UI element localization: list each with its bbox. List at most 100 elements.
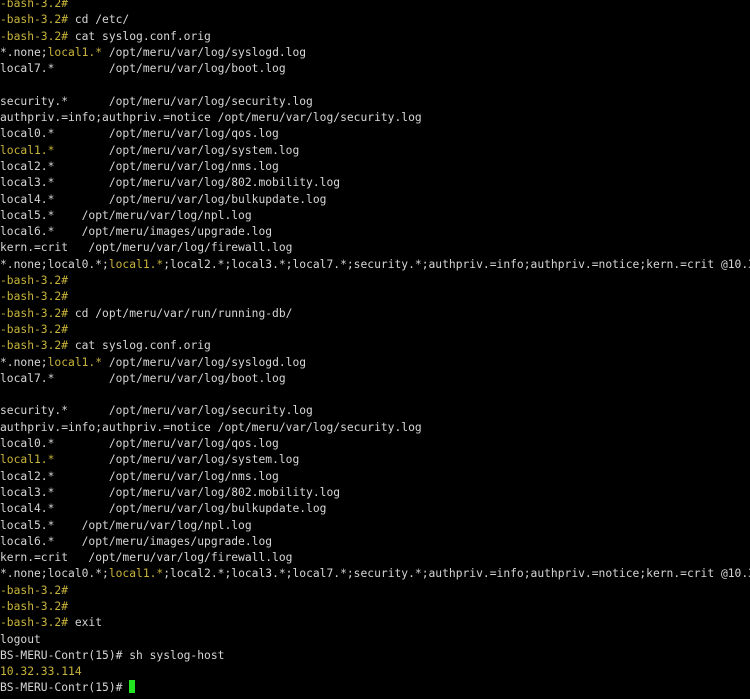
terminal-text: kern.=crit /opt/meru/var/log/firewall.lo… — [0, 241, 293, 255]
terminal-line: -bash-3.2# cd /opt/meru/var/run/running-… — [0, 306, 750, 322]
terminal-line: local2.* /opt/meru/var/log/nms.log — [0, 159, 750, 175]
terminal-text: *.none;local0.*; — [0, 257, 109, 271]
terminal-text: local3.* /opt/meru/var/log/802.mobility.… — [0, 485, 341, 499]
terminal-line: logout — [0, 632, 750, 648]
terminal-text: authpriv.=info;authpriv.=notice /opt/mer… — [0, 420, 422, 434]
shell-prompt: -bash-3.2# — [0, 599, 69, 613]
terminal-text: BS-MERU-Contr(15)# sh syslog-host — [0, 648, 225, 662]
shell-prompt: -bash-3.2# — [0, 13, 69, 27]
terminal-text: local4.* /opt/meru/var/log/bulkupdate.lo… — [0, 192, 327, 206]
terminal-text: local6.* /opt/meru/images/upgrade.log — [0, 534, 273, 548]
terminal-text: local7.* /opt/meru/var/log/boot.log — [0, 371, 286, 385]
terminal-text: /opt/meru/var/log/system.log — [54, 143, 300, 157]
terminal-line: local2.* /opt/meru/var/log/nms.log — [0, 469, 750, 485]
terminal-line: -bash-3.2# cat syslog.conf.orig — [0, 29, 750, 45]
terminal-line: local3.* /opt/meru/var/log/802.mobility.… — [0, 485, 750, 501]
terminal-line: authpriv.=info;authpriv.=notice /opt/mer… — [0, 420, 750, 436]
terminal-line: authpriv.=info;authpriv.=notice /opt/mer… — [0, 110, 750, 126]
terminal-output[interactable]: -bash-3.2# -bash-3.2# cd /etc/-bash-3.2# … — [0, 0, 750, 699]
terminal-line: security.* /opt/meru/var/log/security.lo… — [0, 94, 750, 110]
terminal-line: BS-MERU-Contr(15)# — [0, 680, 750, 696]
shell-prompt: -bash-3.2# — [0, 306, 69, 320]
highlighted-text: local1.* — [47, 355, 103, 369]
terminal-line: local4.* /opt/meru/var/log/bulkupdate.lo… — [0, 501, 750, 517]
highlighted-text: local1.* — [47, 45, 103, 59]
terminal-text: local0.* /opt/meru/var/log/qos.log — [0, 437, 279, 451]
terminal-line: local0.* /opt/meru/var/log/qos.log — [0, 126, 750, 142]
terminal-text: local7.* /opt/meru/var/log/boot.log — [0, 62, 286, 76]
terminal-line: -bash-3.2# cd /etc/ — [0, 12, 750, 28]
terminal-text: *.none;local0.*; — [0, 567, 109, 581]
terminal-line: -bash-3.2# — [0, 289, 750, 305]
terminal-text: cd /opt/meru/var/run/running-db/ — [68, 306, 293, 320]
terminal-text: cd /etc/ — [68, 13, 130, 27]
terminal-line: local7.* /opt/meru/var/log/boot.log — [0, 61, 750, 77]
terminal-text: local3.* /opt/meru/var/log/802.mobility.… — [0, 176, 341, 190]
terminal-line: kern.=crit /opt/meru/var/log/firewall.lo… — [0, 240, 750, 256]
terminal-text: exit — [68, 616, 103, 630]
terminal-text: security.* /opt/meru/var/log/security.lo… — [0, 404, 313, 418]
terminal-line: -bash-3.2# — [0, 273, 750, 289]
shell-prompt: -bash-3.2# — [0, 0, 69, 10]
highlighted-text: local1.* — [0, 453, 55, 467]
terminal-text: authpriv.=info;authpriv.=notice /opt/mer… — [0, 111, 422, 125]
terminal-line: *.none;local0.*;local1.*;local2.*;local3… — [0, 257, 750, 273]
terminal-line: local7.* /opt/meru/var/log/boot.log — [0, 371, 750, 387]
terminal-line: local6.* /opt/meru/images/upgrade.log — [0, 224, 750, 240]
shell-prompt: -bash-3.2# — [0, 339, 69, 353]
terminal-text: local6.* /opt/meru/images/upgrade.log — [0, 225, 273, 239]
terminal-line: security.* /opt/meru/var/log/security.lo… — [0, 403, 750, 419]
terminal-text: cat syslog.conf.orig — [68, 29, 211, 43]
terminal-line: -bash-3.2# — [0, 322, 750, 338]
cursor-block — [129, 680, 136, 694]
terminal-text: /opt/meru/var/log/system.log — [54, 453, 300, 467]
terminal-text: *.none; — [0, 45, 48, 59]
terminal-line: *.none;local0.*;local1.*;local2.*;local3… — [0, 566, 750, 582]
terminal-line: local0.* /opt/meru/var/log/qos.log — [0, 436, 750, 452]
terminal-line: -bash-3.2# cat syslog.conf.orig — [0, 338, 750, 354]
terminal-text: cat syslog.conf.orig — [68, 339, 211, 353]
terminal-line: kern.=crit /opt/meru/var/log/firewall.lo… — [0, 550, 750, 566]
terminal-text: local5.* /opt/meru/var/log/npl.log — [0, 518, 252, 532]
terminal-text: security.* /opt/meru/var/log/security.lo… — [0, 94, 313, 108]
terminal-text: ;local2.*;local3.*;local7.*;security.*;a… — [163, 257, 750, 271]
terminal-line: local3.* /opt/meru/var/log/802.mobility.… — [0, 175, 750, 191]
terminal-text: /opt/meru/var/log/syslogd.log — [102, 45, 307, 59]
terminal-line: -bash-3.2# — [0, 599, 750, 615]
terminal-line: local5.* /opt/meru/var/log/npl.log — [0, 518, 750, 534]
terminal-text: logout — [0, 632, 41, 646]
shell-prompt: -bash-3.2# — [0, 616, 69, 630]
terminal-line: local1.* /opt/meru/var/log/system.log — [0, 143, 750, 159]
terminal-line: local6.* /opt/meru/images/upgrade.log — [0, 534, 750, 550]
terminal-line: *.none;local1.* /opt/meru/var/log/syslog… — [0, 45, 750, 61]
highlighted-text: 10.32.33.114 — [0, 665, 82, 679]
shell-prompt: -bash-3.2# — [0, 322, 69, 336]
shell-prompt: -bash-3.2# — [0, 290, 69, 304]
highlighted-text: local1.* — [0, 143, 55, 157]
terminal-text: local5.* /opt/meru/var/log/npl.log — [0, 208, 252, 222]
terminal-line: -bash-3.2# — [0, 583, 750, 599]
terminal-line: local5.* /opt/meru/var/log/npl.log — [0, 208, 750, 224]
terminal-text: local4.* /opt/meru/var/log/bulkupdate.lo… — [0, 502, 327, 516]
shell-prompt: -bash-3.2# — [0, 29, 69, 43]
highlighted-text: local1.* — [108, 257, 164, 271]
terminal-text: /opt/meru/var/log/syslogd.log — [102, 355, 307, 369]
terminal-line: local1.* /opt/meru/var/log/system.log — [0, 452, 750, 468]
terminal-text: local2.* /opt/meru/var/log/nms.log — [0, 159, 279, 173]
terminal-line: local4.* /opt/meru/var/log/bulkupdate.lo… — [0, 192, 750, 208]
terminal-text: local2.* /opt/meru/var/log/nms.log — [0, 469, 279, 483]
terminal-text: BS-MERU-Contr(15)# — [0, 681, 130, 695]
terminal-line: BS-MERU-Contr(15)# sh syslog-host — [0, 648, 750, 664]
terminal-line: -bash-3.2# exit — [0, 615, 750, 631]
terminal-line: -bash-3.2# — [0, 0, 750, 12]
terminal-text: local0.* /opt/meru/var/log/qos.log — [0, 127, 279, 141]
terminal-line: 10.32.33.114 — [0, 664, 750, 680]
terminal-text: kern.=crit /opt/meru/var/log/firewall.lo… — [0, 551, 293, 565]
terminal-text: ;local2.*;local3.*;local7.*;security.*;a… — [163, 567, 750, 581]
terminal-line: *.none;local1.* /opt/meru/var/log/syslog… — [0, 355, 750, 371]
terminal-text: *.none; — [0, 355, 48, 369]
shell-prompt: -bash-3.2# — [0, 583, 69, 597]
shell-prompt: -bash-3.2# — [0, 274, 69, 288]
